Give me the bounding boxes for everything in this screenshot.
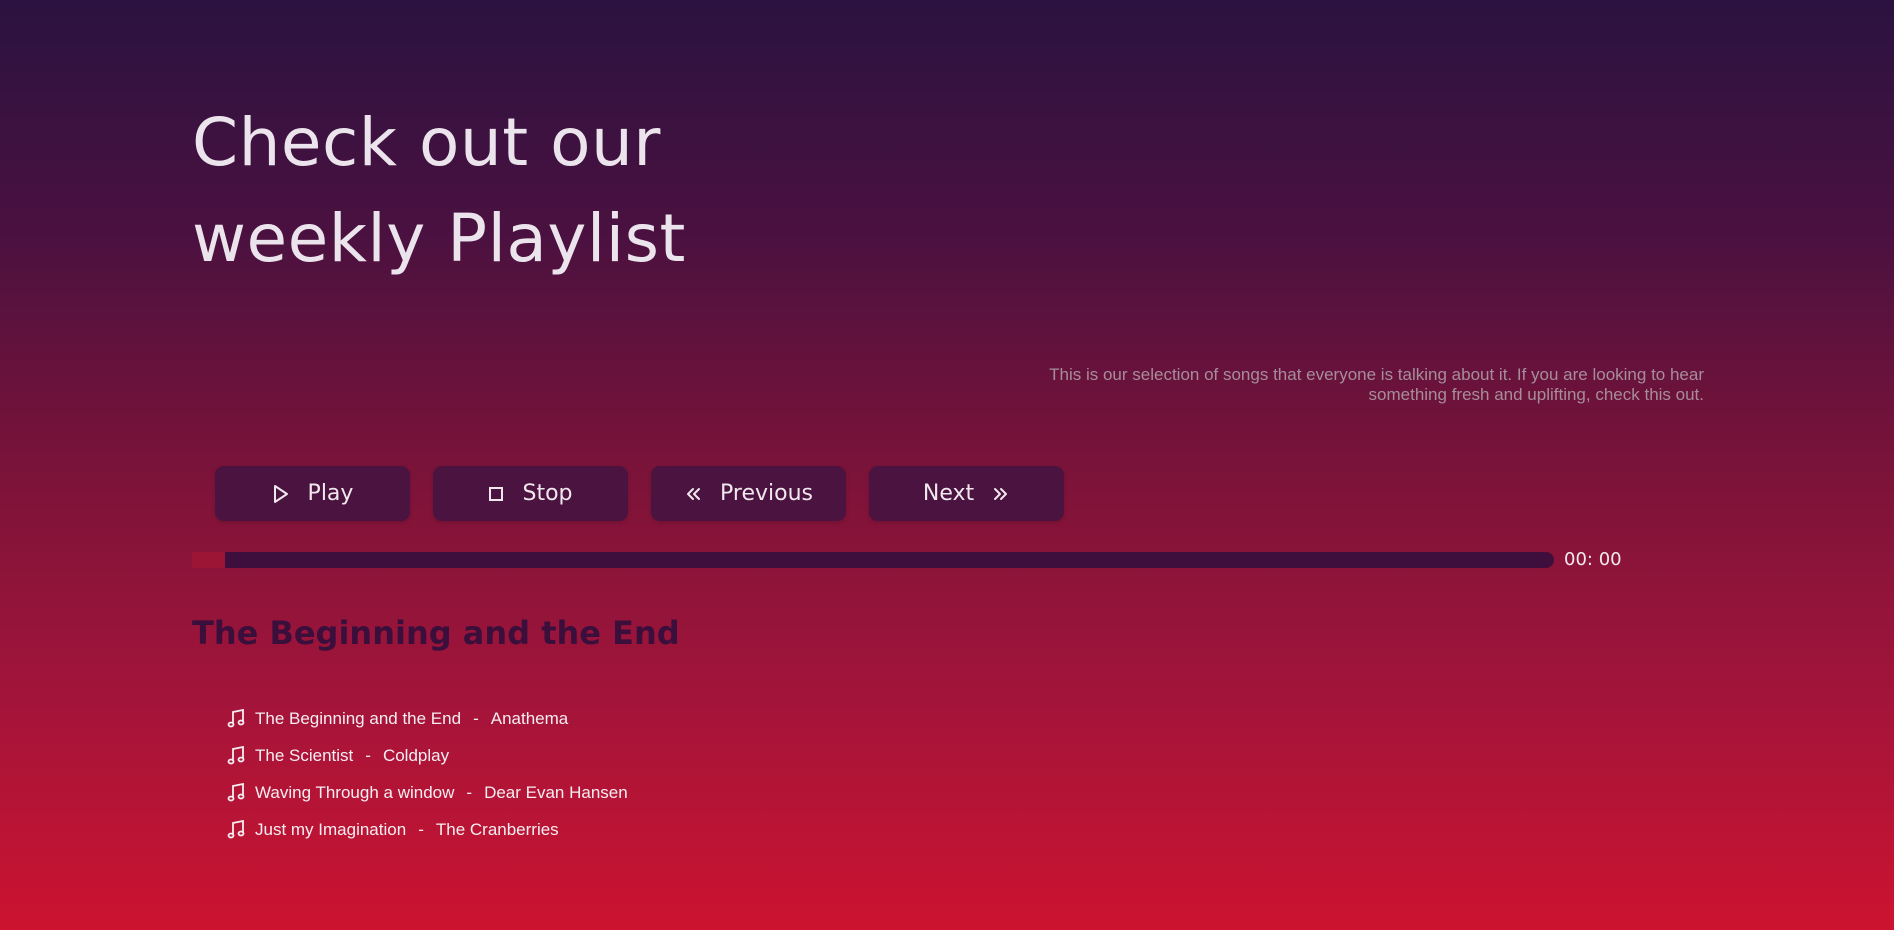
double-chevron-right-icon [992, 486, 1010, 502]
track-title: Waving Through a window [255, 782, 455, 802]
stop-button[interactable]: Stop [433, 466, 628, 521]
time-display: 00: 00 [1564, 549, 1622, 570]
track-artist: Dear Evan Hansen [484, 782, 628, 802]
music-note-icon [227, 819, 245, 840]
track-separator: - [466, 782, 473, 802]
now-playing-title: The Beginning and the End [192, 614, 680, 652]
next-label: Next [922, 481, 975, 506]
track-item[interactable]: Waving Through a window - Dear Evan Hans… [227, 774, 628, 811]
next-button[interactable]: Next [869, 466, 1064, 521]
title-line-1: Check out our [192, 104, 661, 181]
previous-button[interactable]: Previous [651, 466, 846, 521]
track-title: The Beginning and the End [255, 708, 462, 728]
track-item[interactable]: Just my Imagination - The Cranberries [227, 811, 628, 848]
double-chevron-left-icon [684, 486, 702, 502]
page-title: Check out our weekly Playlist [192, 95, 912, 287]
previous-label: Previous [720, 481, 813, 506]
music-note-icon [227, 745, 245, 766]
track-separator: - [365, 745, 371, 765]
track-list: The Beginning and the End - Anathema The… [227, 700, 628, 848]
track-separator: - [473, 708, 479, 728]
play-label: Play [307, 481, 354, 506]
track-title: The Scientist [255, 745, 354, 765]
stop-icon [488, 486, 504, 502]
track-artist: Coldplay [382, 745, 450, 765]
track-separator: - [418, 819, 424, 839]
player-controls: Play Stop Previous Next [215, 466, 1064, 521]
play-button[interactable]: Play [215, 466, 410, 521]
title-line-2: weekly Playlist [192, 200, 686, 277]
track-item[interactable]: The Scientist - Coldplay [227, 737, 628, 774]
track-item[interactable]: The Beginning and the End - Anathema [227, 700, 628, 737]
play-icon [272, 484, 290, 504]
progress-container: 00: 00 [192, 549, 1622, 570]
music-note-icon [227, 708, 245, 729]
stop-label: Stop [522, 481, 573, 506]
progress-fill [192, 551, 225, 568]
track-artist: The Cranberries [435, 819, 559, 839]
playlist-description: This is our selection of songs that ever… [1049, 365, 1704, 404]
music-note-icon [227, 782, 245, 803]
progress-bar[interactable] [192, 551, 1554, 568]
track-title: Just my Imagination [255, 819, 407, 839]
track-artist: Anathema [490, 708, 569, 728]
